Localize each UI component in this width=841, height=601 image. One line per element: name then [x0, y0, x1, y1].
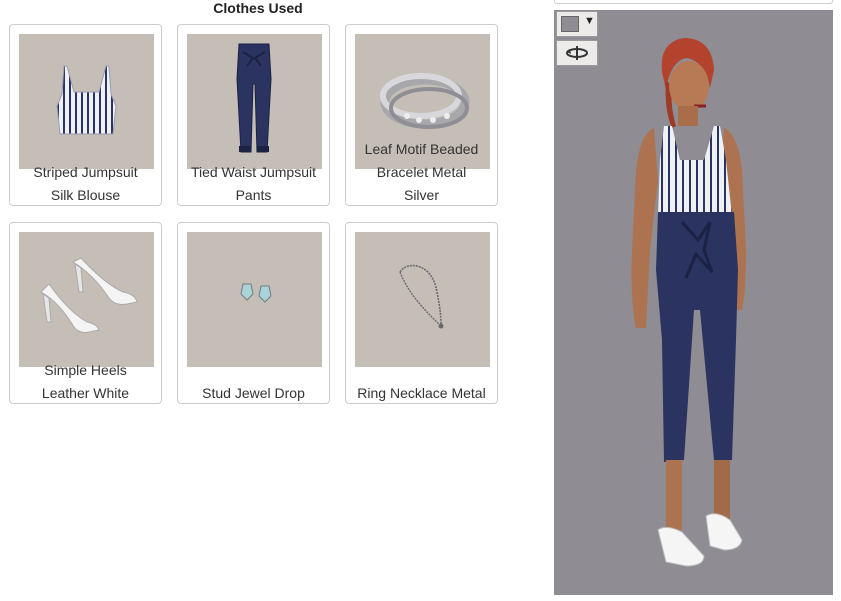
background-color-picker[interactable]: ▼	[556, 11, 598, 37]
clothing-label-line2: Bracelet Metal	[376, 164, 467, 180]
white-heels-icon	[19, 232, 154, 367]
clothing-label-line2: Silk Blouse	[50, 187, 121, 203]
clothing-card-bracelet[interactable]: Leaf Motif Beaded Bracelet Metal Silver	[345, 24, 498, 206]
chevron-down-icon: ▼	[584, 15, 595, 27]
clothes-used-title: Clothes Used	[213, 0, 303, 16]
viewer-top-edge	[554, 0, 833, 4]
necklace-icon	[355, 232, 490, 367]
clothing-label-line1: Leaf Motif Beaded	[364, 141, 479, 157]
clothing-label-line1: Striped Jumpsuit	[33, 164, 138, 180]
background-color-swatch-icon	[561, 16, 579, 32]
navy-pants-icon	[187, 34, 322, 169]
clothing-card-earrings[interactable]: Stud Jewel Drop	[177, 222, 330, 404]
model-viewer[interactable]	[554, 10, 833, 595]
clothing-card-heels[interactable]: Simple Heels Leather White	[9, 222, 162, 404]
rotate-button[interactable]	[556, 40, 598, 66]
clothing-label-line1: Stud Jewel Drop	[202, 385, 305, 401]
clothing-card-pants[interactable]: Tied Waist Jumpsuit Pants	[177, 24, 330, 206]
clothing-label-line2: Leather White	[41, 385, 130, 401]
clothing-label-line2: Pants	[235, 187, 272, 203]
striped-blouse-icon	[19, 34, 154, 169]
clothing-card-necklace[interactable]: Ring Necklace Metal	[345, 222, 498, 404]
clothing-label-line1: Simple Heels	[44, 362, 127, 378]
clothing-label-line3: Silver	[403, 187, 439, 203]
avatar-model	[631, 38, 746, 567]
rotate-icon	[564, 44, 590, 62]
clothing-label-line1: Tied Waist Jumpsuit	[191, 164, 316, 180]
clothing-label-line1: Ring Necklace Metal	[357, 385, 486, 401]
stud-earrings-icon	[187, 232, 322, 367]
clothing-card-blouse[interactable]: Striped Jumpsuit Silk Blouse	[9, 24, 162, 206]
